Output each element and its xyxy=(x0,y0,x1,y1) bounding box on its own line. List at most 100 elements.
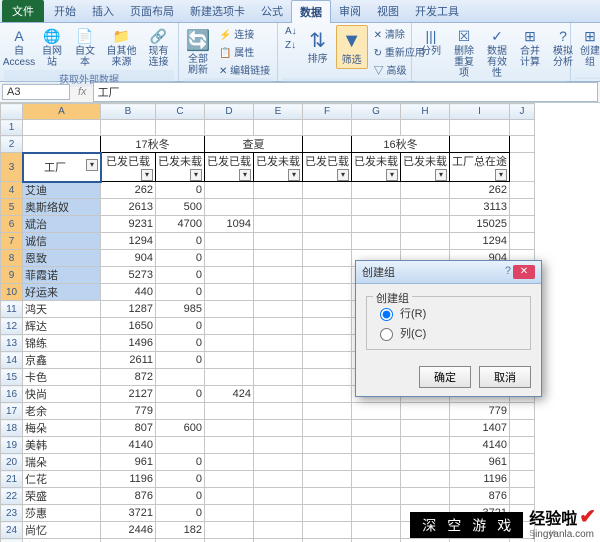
cell[interactable] xyxy=(254,318,303,335)
cell[interactable]: 0 xyxy=(156,505,205,522)
row-header[interactable]: 20 xyxy=(1,454,23,471)
tab-insert[interactable]: 插入 xyxy=(84,0,122,22)
cell[interactable] xyxy=(205,505,254,522)
cell[interactable]: 4700 xyxy=(156,216,205,233)
cell[interactable]: 0 xyxy=(156,318,205,335)
cell[interactable]: 15025 xyxy=(450,216,510,233)
cell[interactable]: 0 xyxy=(156,233,205,250)
cell[interactable] xyxy=(352,199,401,216)
ribbon-button[interactable]: ☒删除重复项 xyxy=(449,25,479,81)
cell[interactable]: 1294 xyxy=(450,233,510,250)
cell[interactable] xyxy=(352,420,401,437)
cell[interactable] xyxy=(303,250,352,267)
cell[interactable]: 0 xyxy=(156,454,205,471)
cell[interactable]: 779 xyxy=(101,403,156,420)
cell[interactable] xyxy=(352,488,401,505)
col-header[interactable]: E xyxy=(254,104,303,120)
cell[interactable] xyxy=(254,233,303,250)
tab-review[interactable]: 审阅 xyxy=(331,0,369,22)
sort-button[interactable]: A↓ xyxy=(282,25,300,38)
cell[interactable]: 诚信 xyxy=(23,233,101,250)
ribbon-button[interactable]: 🔄全部刷新 xyxy=(183,25,213,78)
cell[interactable]: 艾迪 xyxy=(23,182,101,199)
cell[interactable] xyxy=(401,199,450,216)
formula-input[interactable]: 工厂 xyxy=(93,82,598,102)
filter-arrow-icon[interactable]: ▾ xyxy=(141,169,153,181)
cell[interactable] xyxy=(205,539,254,542)
cell[interactable] xyxy=(303,182,352,199)
filter-arrow-icon[interactable]: ▾ xyxy=(435,169,447,181)
cell[interactable]: 2446 xyxy=(101,522,156,539)
cell[interactable]: 276 xyxy=(101,539,156,542)
cell[interactable] xyxy=(205,488,254,505)
column-filter-header[interactable]: 已发已载▾ xyxy=(101,153,156,182)
tab-data[interactable]: 数据 xyxy=(291,0,331,23)
ribbon-button[interactable]: 📄自文本 xyxy=(70,25,100,70)
row-header[interactable]: 25 xyxy=(1,539,23,542)
cell[interactable] xyxy=(254,505,303,522)
cell[interactable]: 262 xyxy=(101,182,156,199)
cell[interactable]: 779 xyxy=(450,403,510,420)
cell[interactable]: 961 xyxy=(101,454,156,471)
row-header[interactable]: 4 xyxy=(1,182,23,199)
row-header[interactable]: 2 xyxy=(1,136,23,153)
column-filter-header[interactable]: 已发未载▾ xyxy=(401,153,450,182)
cell[interactable] xyxy=(254,199,303,216)
cell[interactable]: 182 xyxy=(156,522,205,539)
cell[interactable] xyxy=(205,318,254,335)
cell[interactable] xyxy=(205,471,254,488)
ribbon-button[interactable]: ⊞合并计算 xyxy=(515,25,545,70)
ribbon-button[interactable]: ✓数据有效性 xyxy=(482,25,512,81)
cell[interactable] xyxy=(254,403,303,420)
cell[interactable] xyxy=(401,216,450,233)
cell[interactable] xyxy=(303,199,352,216)
tab-formulas[interactable]: 公式 xyxy=(253,0,291,22)
cell[interactable] xyxy=(205,352,254,369)
cell[interactable]: 2611 xyxy=(101,352,156,369)
row-header[interactable]: 5 xyxy=(1,199,23,216)
cell[interactable] xyxy=(303,369,352,386)
cell[interactable]: 卡色 xyxy=(23,369,101,386)
column-filter-header[interactable]: 工厂▾ xyxy=(23,153,101,182)
cell[interactable]: 斌治 xyxy=(23,216,101,233)
column-filter-header[interactable]: 已发未载▾ xyxy=(254,153,303,182)
radio-cols[interactable]: 列(C) xyxy=(375,323,522,343)
cell[interactable]: 985 xyxy=(156,301,205,318)
cell[interactable]: 440 xyxy=(101,284,156,301)
cell[interactable] xyxy=(254,216,303,233)
row-header[interactable]: 8 xyxy=(1,250,23,267)
cell[interactable] xyxy=(352,522,401,539)
cell[interactable] xyxy=(254,352,303,369)
cell[interactable] xyxy=(205,199,254,216)
ribbon-button[interactable]: A自Access xyxy=(4,25,34,70)
cell[interactable]: 0 xyxy=(156,267,205,284)
file-tab[interactable]: 文件 xyxy=(2,0,44,22)
filter-arrow-icon[interactable]: ▾ xyxy=(288,169,300,181)
cell[interactable]: 876 xyxy=(450,488,510,505)
cell[interactable]: 美韩 xyxy=(23,437,101,454)
tab-dev[interactable]: 开发工具 xyxy=(407,0,467,22)
cell[interactable] xyxy=(401,437,450,454)
cell[interactable]: 菲霞诺 xyxy=(23,267,101,284)
cell[interactable] xyxy=(352,216,401,233)
cell[interactable] xyxy=(352,539,401,542)
cell[interactable] xyxy=(205,250,254,267)
row-header[interactable]: 16 xyxy=(1,386,23,403)
cell[interactable] xyxy=(303,522,352,539)
cell[interactable]: 1496 xyxy=(101,335,156,352)
filter-arrow-icon[interactable]: ▾ xyxy=(337,169,349,181)
ribbon-button[interactable]: |||分列 xyxy=(416,25,446,59)
cell[interactable]: 0 xyxy=(156,182,205,199)
filter-arrow-icon[interactable]: ▾ xyxy=(386,169,398,181)
cell[interactable]: 5273 xyxy=(101,267,156,284)
cell[interactable] xyxy=(254,488,303,505)
tab-layout[interactable]: 页面布局 xyxy=(122,0,182,22)
cell[interactable] xyxy=(156,437,205,454)
filter-arrow-icon[interactable]: ▾ xyxy=(495,169,507,181)
cell[interactable] xyxy=(254,369,303,386)
row-header[interactable]: 23 xyxy=(1,505,23,522)
ribbon-button[interactable]: 🔗现有连接 xyxy=(143,25,174,70)
name-box[interactable]: A3 xyxy=(2,84,70,100)
col-header[interactable]: F xyxy=(303,104,352,120)
cell[interactable]: 3721 xyxy=(101,505,156,522)
